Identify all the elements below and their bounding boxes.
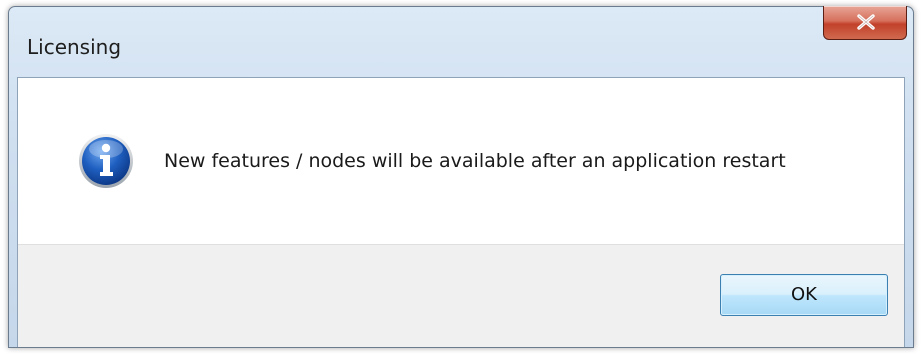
close-button[interactable] bbox=[823, 6, 907, 40]
window-title: Licensing bbox=[27, 35, 122, 59]
ok-button[interactable]: OK bbox=[720, 274, 888, 316]
button-bar: OK bbox=[18, 244, 904, 347]
title-bar[interactable]: Licensing bbox=[9, 6, 913, 77]
dialog-window: Licensing New features / nodes will be a… bbox=[8, 6, 914, 348]
close-icon bbox=[857, 14, 875, 30]
info-icon bbox=[79, 134, 133, 188]
message-area: New features / nodes will be available a… bbox=[18, 78, 904, 244]
dialog-message: New features / nodes will be available a… bbox=[164, 150, 786, 172]
dialog-client-area: New features / nodes will be available a… bbox=[17, 77, 905, 347]
